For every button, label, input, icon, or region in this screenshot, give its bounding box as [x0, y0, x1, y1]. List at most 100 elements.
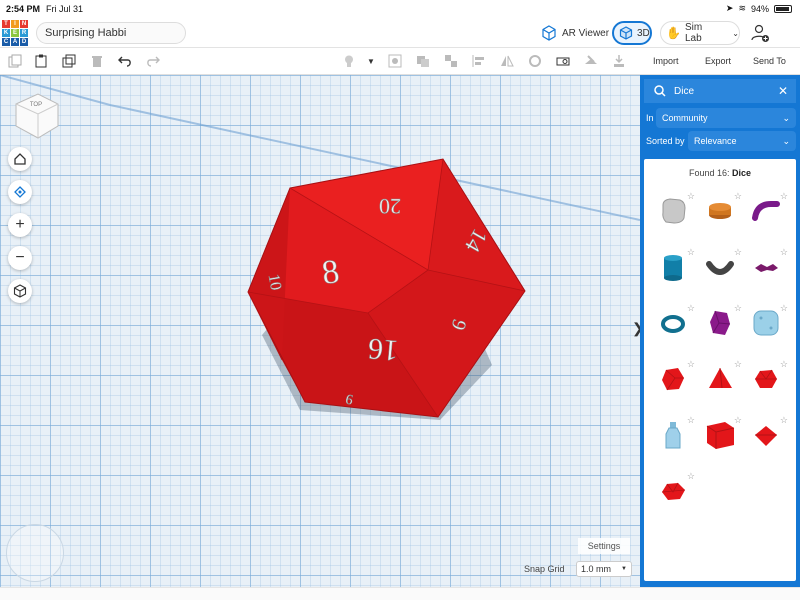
zoom-out-button[interactable]: −: [8, 246, 32, 270]
favorite-star-icon[interactable]: ☆: [687, 471, 695, 482]
shape-light-blue-rounded-cube[interactable]: ☆: [748, 303, 788, 341]
send-to-button[interactable]: Send To: [753, 56, 786, 66]
favorite-star-icon[interactable]: ☆: [734, 415, 742, 426]
logo-letter: I: [11, 20, 19, 28]
orbit-control[interactable]: [6, 524, 64, 582]
snap-grid-select[interactable]: 1.0 mm ▼: [576, 561, 632, 577]
favorite-star-icon[interactable]: ☆: [780, 415, 788, 426]
view-3d-button[interactable]: 3D: [612, 21, 652, 45]
favorite-star-icon[interactable]: ☆: [734, 359, 742, 370]
shape-thumb: [753, 310, 779, 336]
project-name-field[interactable]: Surprising Habbi: [36, 22, 186, 44]
favorite-star-icon[interactable]: ☆: [687, 191, 695, 202]
fit-view-button[interactable]: [8, 180, 32, 204]
favorite-star-icon[interactable]: ☆: [780, 247, 788, 258]
ungroup-icon: [445, 55, 457, 67]
home-view-button[interactable]: [8, 147, 32, 171]
visibility-button[interactable]: [388, 54, 402, 68]
sim-lab-label: Sim Lab: [684, 22, 703, 44]
note-button[interactable]: [342, 54, 356, 68]
favorite-star-icon[interactable]: ☆: [687, 303, 695, 314]
shape-purple-small-dice[interactable]: ☆: [748, 247, 788, 285]
export-button[interactable]: Export: [705, 56, 731, 66]
align-button[interactable]: [472, 54, 486, 68]
group-button[interactable]: [416, 54, 430, 68]
workplane[interactable]: 20 8 14 16 6 10 9 ❯ Settings Snap Grid 1…: [0, 75, 640, 587]
tinkercad-logo[interactable]: T I N K E R C A D: [2, 20, 28, 46]
shape-red-icosahedron[interactable]: ☆: [655, 359, 695, 397]
redo-button[interactable]: [146, 54, 160, 68]
shape-purple-curved-tube[interactable]: ☆: [748, 191, 788, 229]
shape-red-tetrahedron[interactable]: ☆: [702, 359, 742, 397]
view-cube[interactable]: TOP: [10, 90, 62, 142]
die-face: [428, 159, 525, 291]
viewcube-label: TOP: [30, 102, 42, 108]
sort-value: Relevance: [694, 136, 737, 146]
ar-viewer-button[interactable]: AR Viewer: [540, 21, 609, 45]
favorite-star-icon[interactable]: ☆: [687, 359, 695, 370]
favorite-star-icon[interactable]: ☆: [780, 191, 788, 202]
paste-button[interactable]: [34, 54, 48, 68]
chevron-down-icon: ⌄: [782, 112, 790, 123]
favorite-star-icon[interactable]: ☆: [780, 359, 788, 370]
drop-button[interactable]: [612, 54, 626, 68]
shape-thumb: [706, 422, 735, 449]
shape-gray-rounded-cube[interactable]: ☆: [655, 191, 695, 229]
view-icon: [388, 54, 402, 68]
search-icon: [654, 85, 666, 97]
shape-thumb: [755, 264, 778, 272]
logo-letter: C: [2, 38, 10, 46]
ungroup-button[interactable]: [444, 54, 458, 68]
collapse-panel-icon[interactable]: ❯: [632, 320, 640, 337]
shape-blue-cylinder[interactable]: ☆: [655, 247, 695, 285]
import-button[interactable]: Import: [653, 56, 679, 66]
shape-thumb: [709, 367, 732, 389]
lightbulb-icon: [345, 55, 353, 67]
favorite-star-icon[interactable]: ☆: [734, 247, 742, 258]
shape-thumb: [755, 426, 777, 446]
favorite-star-icon[interactable]: ☆: [687, 247, 695, 258]
close-icon[interactable]: ✕: [778, 84, 788, 98]
cruise-button[interactable]: [528, 54, 542, 68]
perspective-button[interactable]: [8, 279, 32, 303]
favorite-star-icon[interactable]: ☆: [687, 415, 695, 426]
shape-thumb: [665, 422, 681, 449]
shape-teal-ring[interactable]: ☆: [655, 303, 695, 341]
category-value: Community: [662, 113, 708, 123]
category-select[interactable]: Community ⌄: [656, 108, 796, 128]
shape-red-diamond[interactable]: ☆: [748, 415, 788, 453]
copy-button[interactable]: [8, 54, 22, 68]
shape-purple-hexagonal-prism[interactable]: ☆: [702, 303, 742, 341]
status-bar: 2:54 PM Fri Jul 31 ➤ ≋ 94%: [0, 0, 800, 18]
undo-button[interactable]: [118, 54, 132, 68]
paste-icon: [35, 54, 47, 68]
settings-button[interactable]: Settings: [578, 538, 630, 554]
shape-orange-cylinder[interactable]: ☆: [702, 191, 742, 229]
favorite-star-icon[interactable]: ☆: [734, 303, 742, 314]
snap-grid-label: Snap Grid: [524, 564, 565, 574]
shape-light-blue-bottle[interactable]: ☆: [655, 415, 695, 453]
shape-red-octahedron-small[interactable]: ☆: [748, 359, 788, 397]
ruler-icon: [556, 57, 570, 66]
duplicate-button[interactable]: [62, 54, 76, 68]
ruler-button[interactable]: [556, 54, 570, 68]
delete-button[interactable]: [90, 54, 104, 68]
shape-thumb: [752, 201, 780, 221]
sim-lab-button[interactable]: ✋ Sim Lab ⌄: [660, 21, 740, 45]
shape-search-input[interactable]: Dice ✕: [644, 79, 796, 103]
shape-red-pentagonal-shape[interactable]: ☆: [655, 471, 695, 509]
shape-dark-gray-torus-half[interactable]: ☆: [702, 247, 742, 285]
sort-select[interactable]: Relevance ⌄: [688, 131, 796, 151]
mirror-button[interactable]: [500, 54, 514, 68]
note-dropdown[interactable]: ▼: [364, 54, 378, 68]
workplane-button[interactable]: [584, 54, 598, 68]
shape-red-cube[interactable]: ☆: [702, 415, 742, 453]
zoom-in-button[interactable]: +: [8, 213, 32, 237]
add-user-button[interactable]: [748, 21, 772, 45]
favorite-star-icon[interactable]: ☆: [734, 191, 742, 202]
cruise-icon: [529, 55, 541, 67]
sorted-by-label: Sorted by: [646, 136, 685, 146]
trash-icon: [92, 56, 102, 67]
perspective-cube-icon: [13, 284, 27, 298]
favorite-star-icon[interactable]: ☆: [780, 303, 788, 314]
